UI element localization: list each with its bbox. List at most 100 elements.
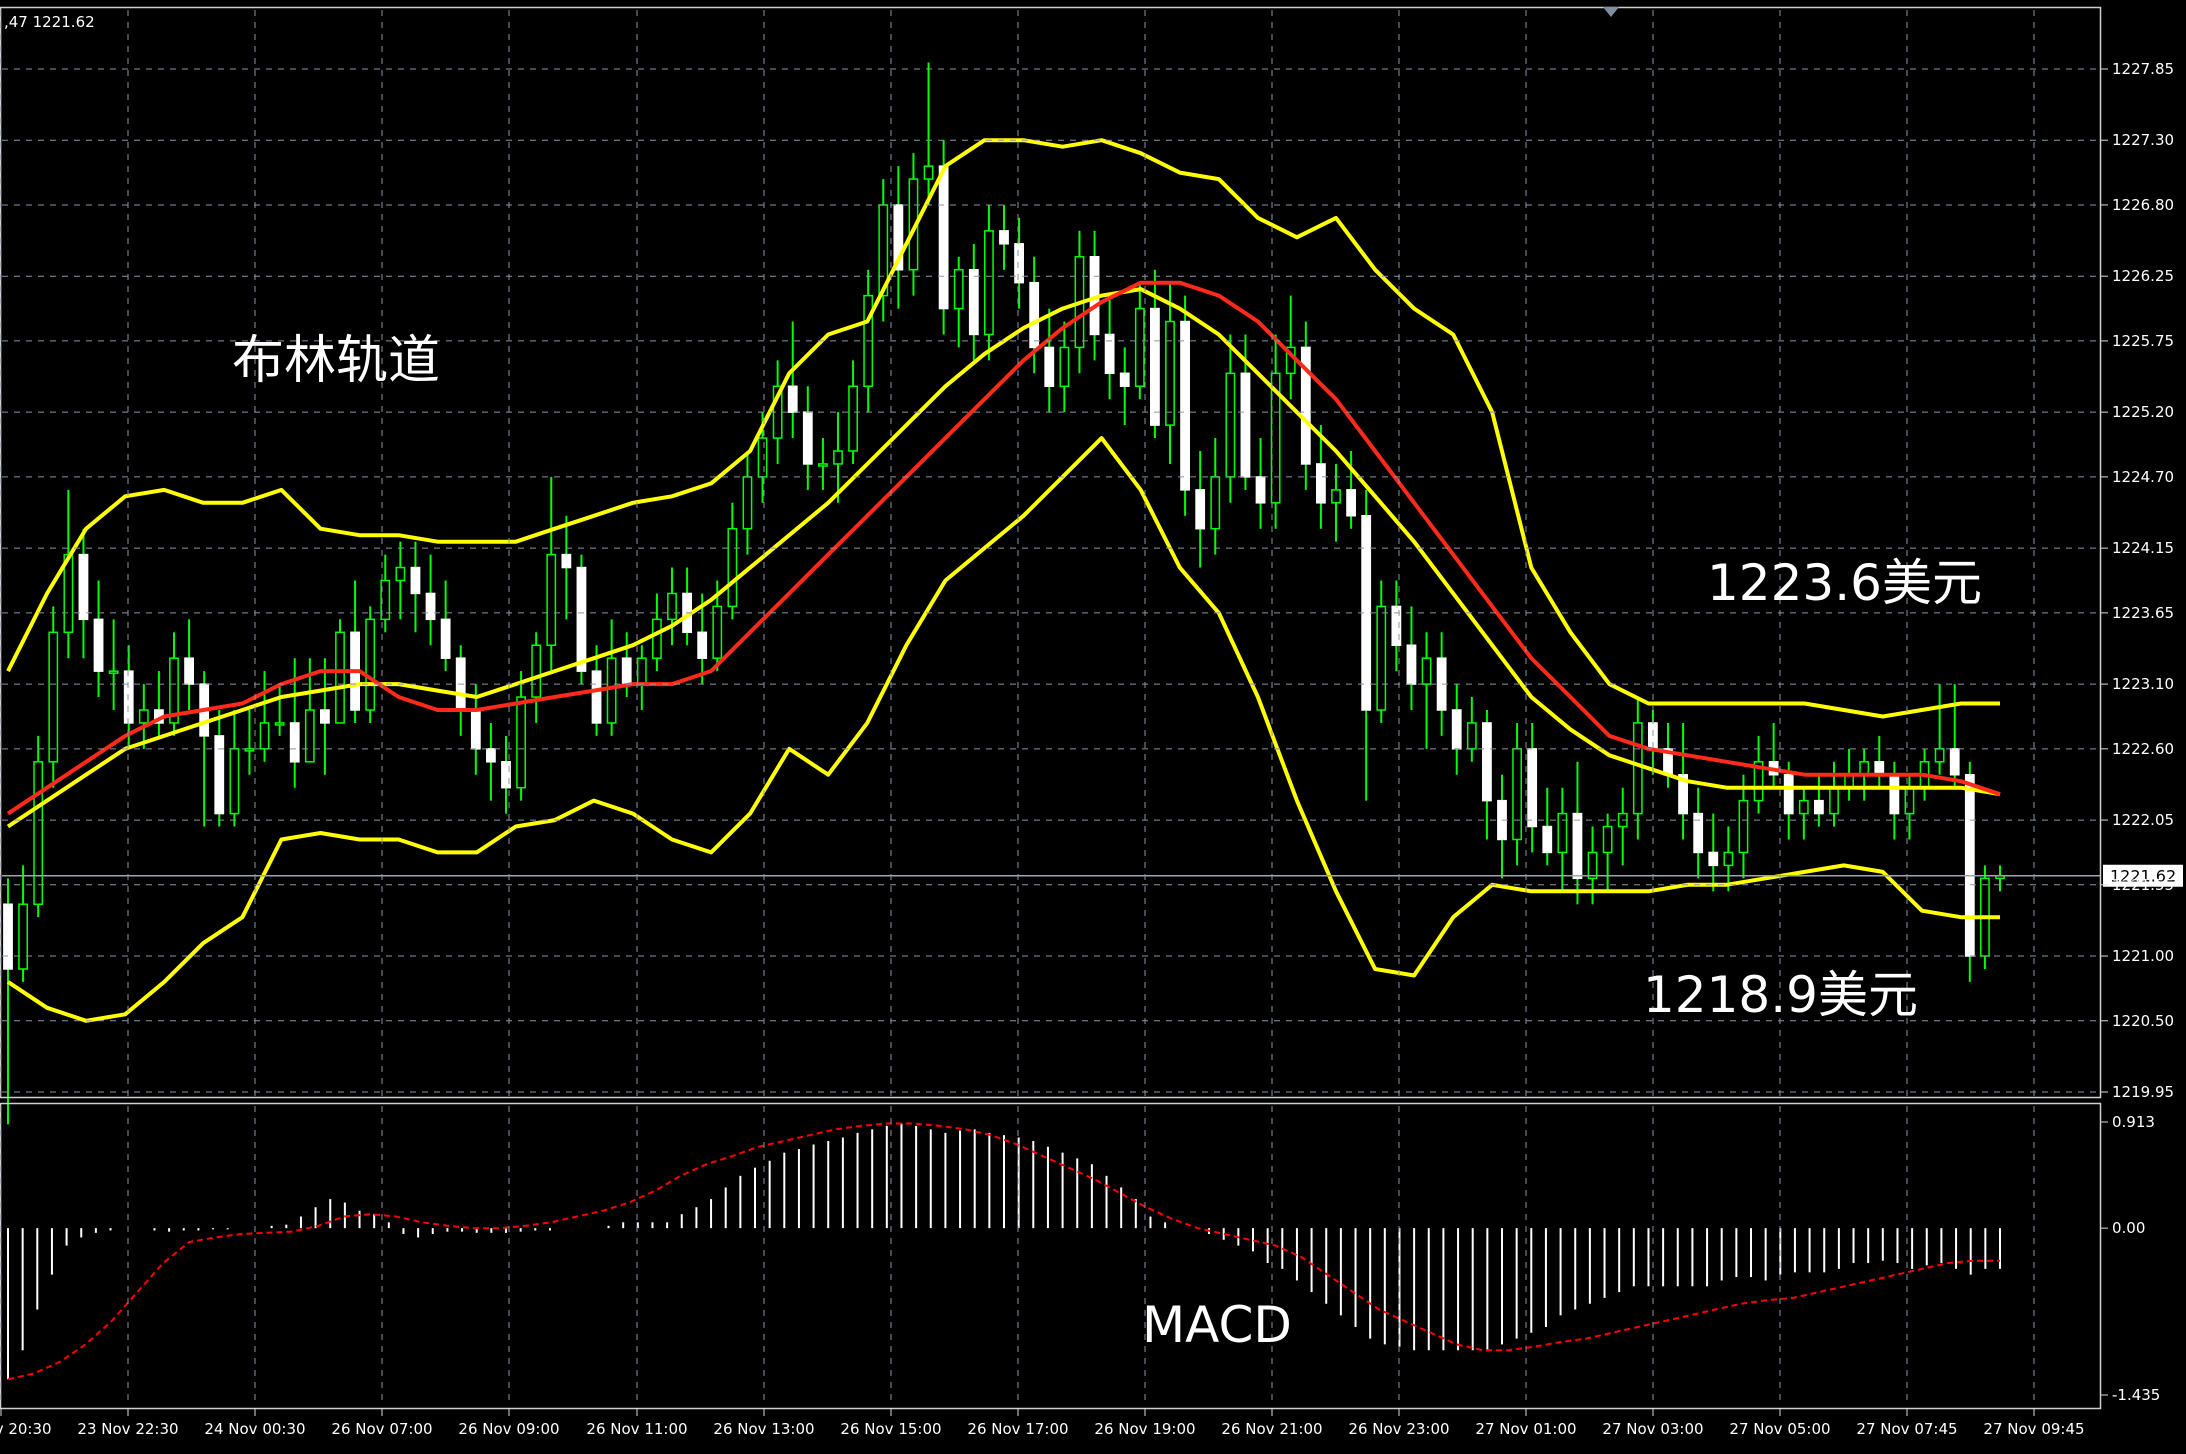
candle-body[interactable] — [1346, 489, 1356, 517]
candle-body[interactable] — [138, 709, 149, 724]
candle-body[interactable] — [1134, 307, 1145, 388]
candle-body[interactable] — [1255, 476, 1266, 504]
y-tick-label: 1219.95 — [2112, 1083, 2174, 1101]
candle-body[interactable] — [999, 230, 1009, 245]
candle-body[interactable] — [1451, 709, 1462, 750]
x-tick-label: 26 Nov 23:00 — [1348, 1420, 1449, 1438]
candle-body[interactable] — [591, 670, 602, 724]
candle-body[interactable] — [440, 618, 451, 659]
candle-body[interactable] — [1150, 307, 1160, 426]
candle-body[interactable] — [259, 722, 270, 750]
candle-body[interactable] — [621, 657, 632, 685]
candle-body[interactable] — [214, 735, 225, 815]
candle-body[interactable] — [1738, 799, 1749, 854]
candle-body[interactable] — [1240, 372, 1251, 478]
candle-body[interactable] — [727, 527, 738, 608]
candle-body[interactable] — [1572, 812, 1583, 880]
candle-body[interactable] — [1059, 346, 1070, 388]
candle-body[interactable] — [470, 709, 481, 750]
candle-body[interactable] — [1421, 657, 1432, 685]
candle-body[interactable] — [818, 463, 828, 467]
candle-body[interactable] — [335, 631, 345, 724]
candle-body[interactable] — [652, 618, 662, 659]
candle-body[interactable] — [108, 670, 119, 674]
candle-body[interactable] — [1104, 333, 1115, 375]
candle-body[interactable] — [486, 748, 496, 763]
candle-body[interactable] — [48, 631, 59, 763]
candle-body[interactable] — [1466, 722, 1477, 750]
candle-body[interactable] — [1934, 748, 1945, 763]
candle-body[interactable] — [1512, 748, 1522, 841]
candle-body[interactable] — [410, 566, 421, 595]
candle-body[interactable] — [1119, 372, 1130, 388]
candle-body[interactable] — [1587, 851, 1598, 880]
ohlc-readout: ,47 1221.62 — [4, 13, 95, 31]
candle-body[interactable] — [18, 903, 28, 970]
candle-body[interactable] — [1316, 463, 1326, 504]
candle-body[interactable] — [274, 722, 285, 726]
candle-body[interactable] — [78, 553, 89, 621]
candle-body[interactable] — [1829, 786, 1839, 815]
candle-body[interactable] — [33, 761, 44, 905]
candle-body[interactable] — [1376, 605, 1387, 711]
candle-body[interactable] — [1014, 243, 1024, 284]
candle-body[interactable] — [320, 709, 330, 724]
candle-body[interactable] — [289, 722, 300, 763]
candle-body[interactable] — [304, 709, 315, 763]
candle-body[interactable] — [1044, 346, 1055, 388]
candle-body[interactable] — [984, 230, 994, 336]
candle-body[interactable] — [848, 385, 858, 452]
candle-body[interactable] — [1482, 722, 1492, 802]
bollinger-title: 布林轨道 — [232, 331, 440, 391]
candle-body[interactable] — [1029, 281, 1040, 349]
candle-body[interactable] — [365, 618, 376, 711]
candle-body[interactable] — [1693, 812, 1704, 854]
candle-body[interactable] — [1406, 644, 1417, 685]
candle-body[interactable] — [833, 450, 843, 465]
candle-body[interactable] — [516, 696, 526, 789]
candle-body[interactable] — [1723, 851, 1734, 867]
candle-body[interactable] — [576, 566, 587, 672]
candle-body[interactable] — [742, 476, 753, 530]
candle-body[interactable] — [93, 618, 104, 672]
candle-body[interactable] — [1331, 489, 1341, 504]
candle-body[interactable] — [546, 553, 557, 646]
candle-body[interactable] — [1557, 812, 1568, 854]
candle-body[interactable] — [1195, 489, 1206, 530]
candle-body[interactable] — [787, 385, 798, 413]
candle-body[interactable] — [184, 657, 194, 685]
candle-body[interactable] — [606, 657, 617, 724]
candle-body[interactable] — [531, 644, 542, 698]
candle-body[interactable] — [802, 411, 813, 465]
candle-body[interactable] — [667, 592, 677, 621]
candle-body[interactable] — [3, 903, 13, 970]
candle-body[interactable] — [561, 553, 572, 569]
candle-body[interactable] — [712, 605, 723, 659]
candle-body[interactable] — [968, 268, 979, 336]
candle-body[interactable] — [123, 670, 134, 724]
candle-body[interactable] — [229, 748, 240, 815]
candle-body[interactable] — [953, 268, 964, 310]
candle-body[interactable] — [395, 566, 406, 582]
candle-body[interactable] — [1632, 722, 1643, 815]
candle-body[interactable] — [1814, 799, 1824, 815]
candle-body[interactable] — [1225, 372, 1236, 478]
candle-body[interactable] — [1798, 799, 1809, 815]
candle-body[interactable] — [636, 657, 647, 685]
candle-body[interactable] — [1949, 748, 1960, 776]
candle-body[interactable] — [757, 437, 768, 478]
candle-body[interactable] — [923, 165, 934, 180]
candle-body[interactable] — [938, 165, 949, 310]
candle-body[interactable] — [1708, 851, 1719, 867]
candle-body[interactable] — [1889, 773, 1900, 815]
candle-body[interactable] — [425, 592, 436, 621]
candle-body[interactable] — [1783, 773, 1794, 815]
candle-body[interactable] — [1210, 476, 1221, 530]
candle-body[interactable] — [1165, 320, 1175, 426]
candle-body[interactable] — [1542, 825, 1553, 854]
candle-body[interactable] — [1180, 320, 1190, 491]
candle-body[interactable] — [1602, 825, 1613, 854]
candle-body[interactable] — [1964, 773, 1975, 957]
candle-body[interactable] — [1527, 748, 1538, 828]
candle-body[interactable] — [697, 631, 708, 659]
